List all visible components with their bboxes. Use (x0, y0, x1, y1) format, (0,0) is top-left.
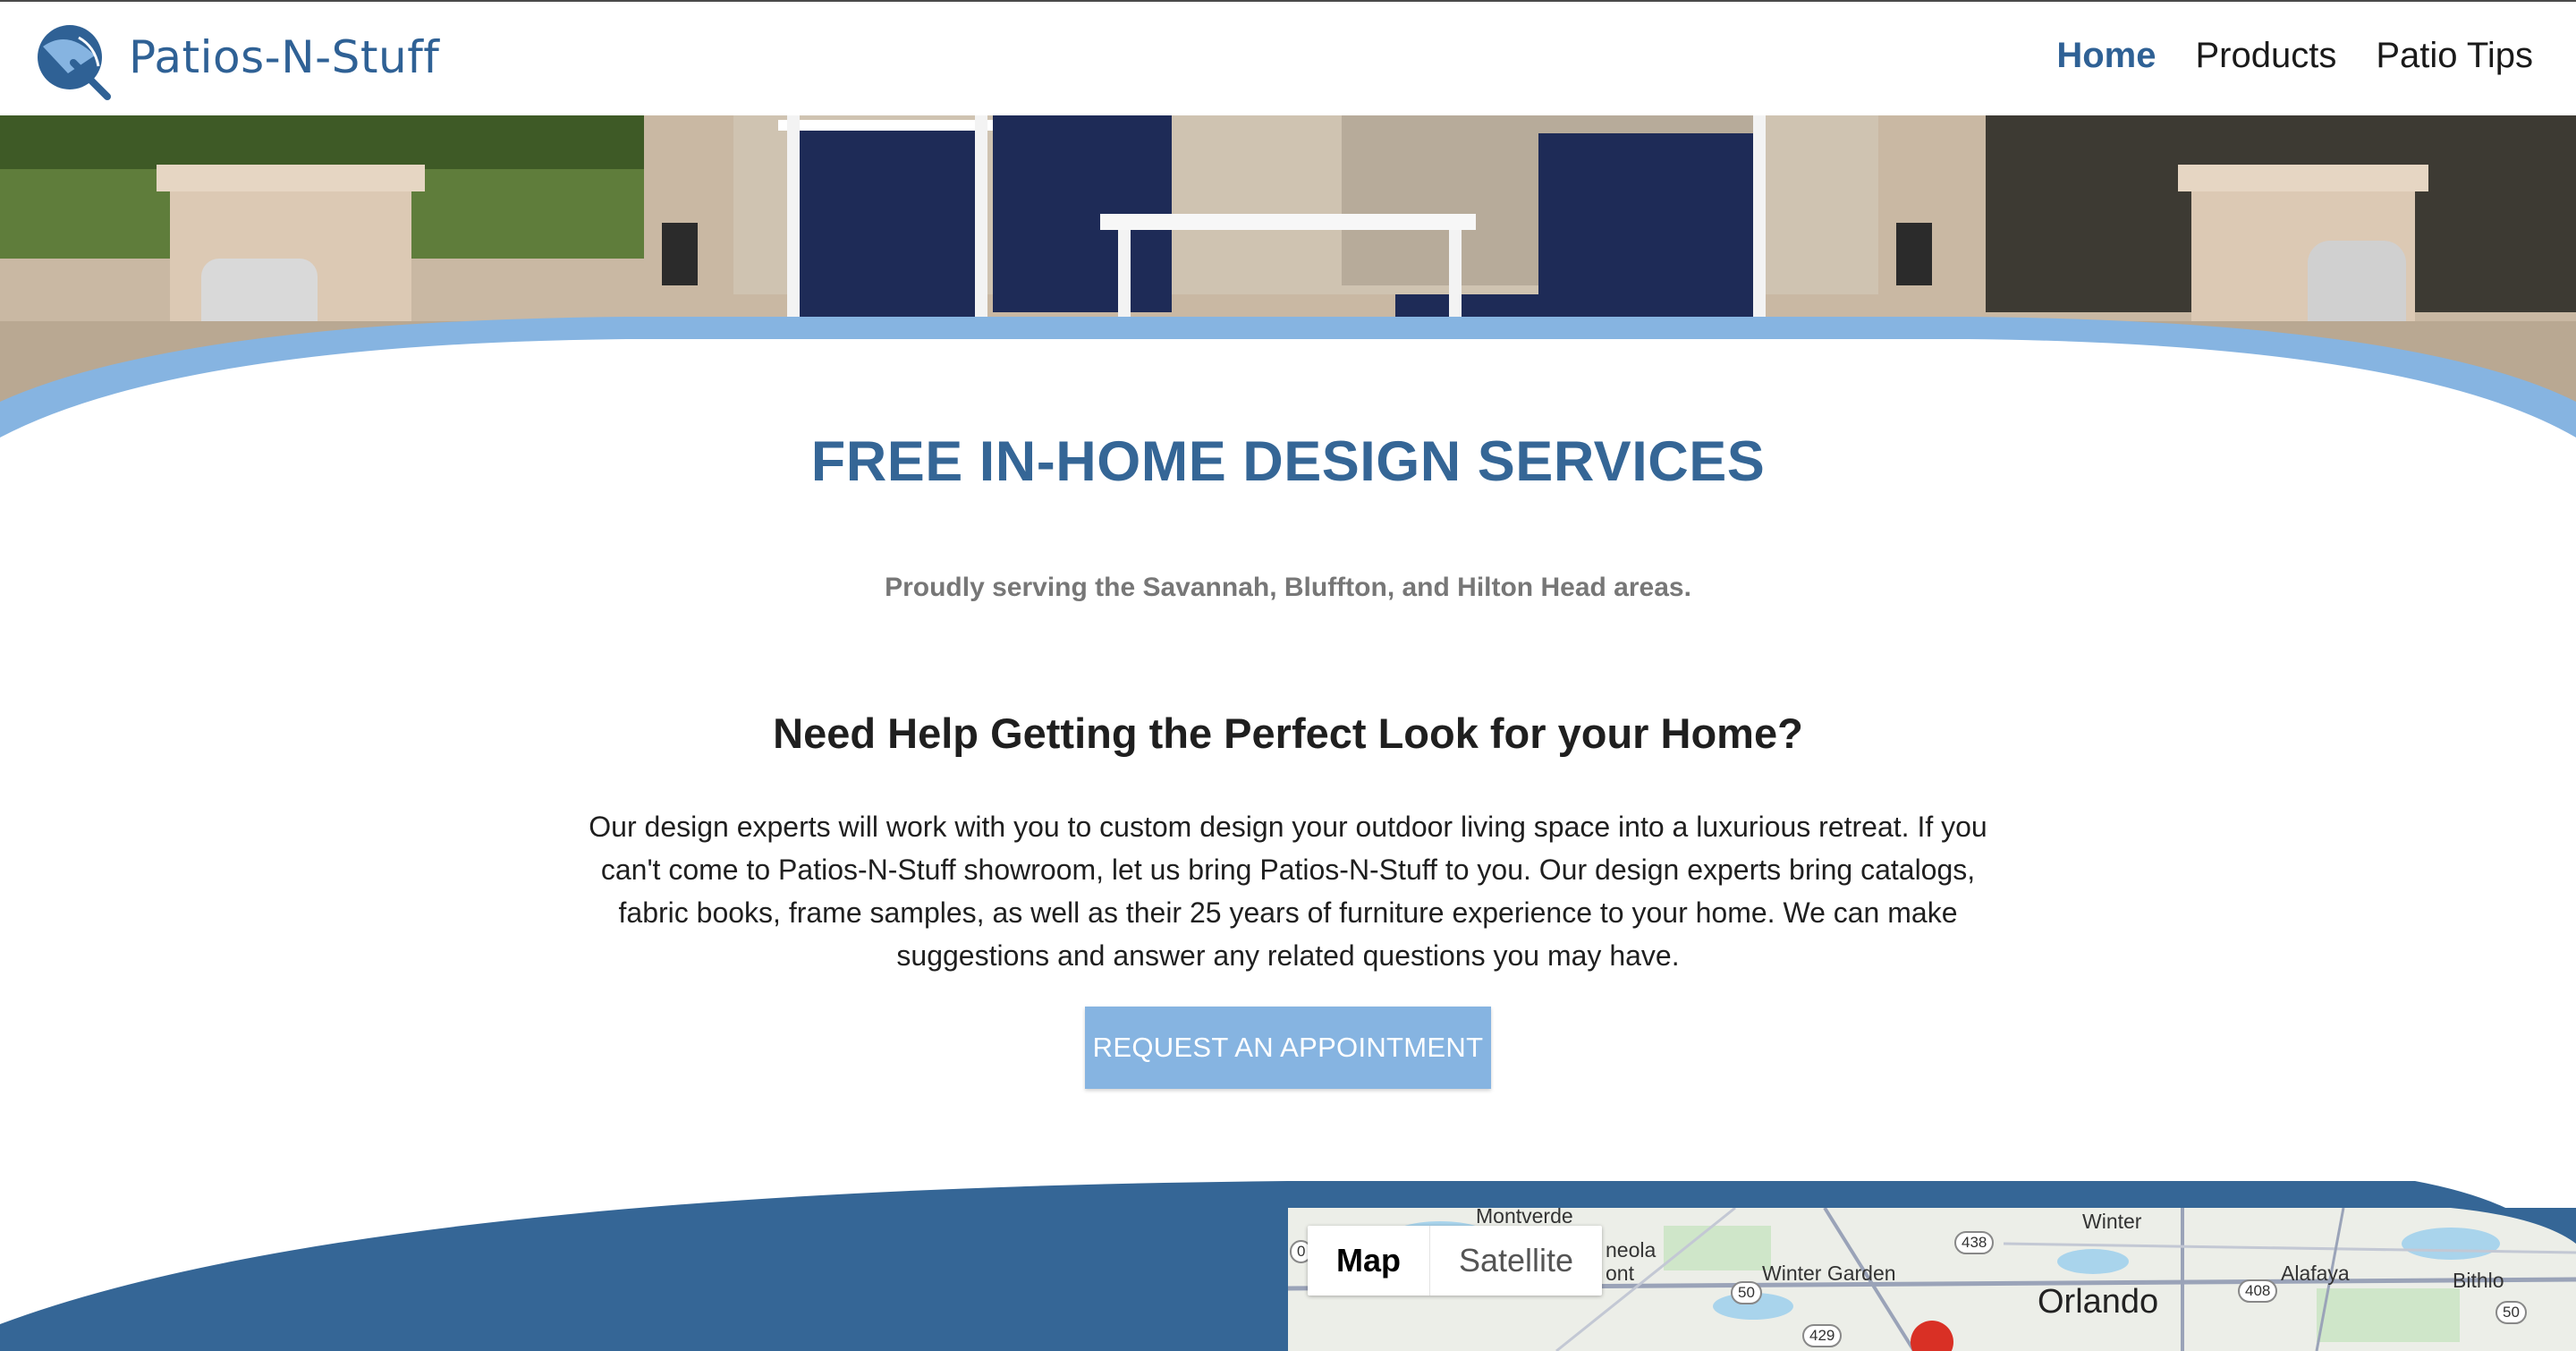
map-type-map-button[interactable]: Map (1308, 1226, 1430, 1296)
section-heading: Need Help Getting the Perfect Look for y… (773, 709, 1803, 757)
map-place-winter: Winter (2082, 1210, 2142, 1233)
route-shield-50: 50 (1731, 1281, 1762, 1304)
route-shield-408: 408 (2238, 1279, 2278, 1303)
nav-item-home[interactable]: Home (2056, 36, 2156, 76)
map-type-satellite-button[interactable]: Satellite (1430, 1226, 1602, 1296)
map-place-orlando: Orlando (2038, 1283, 2159, 1321)
request-appointment-button[interactable]: REQUEST AN APPOINTMENT (1085, 1007, 1491, 1089)
page-title: FREE IN-HOME DESIGN SERVICES (810, 430, 1766, 493)
map-type-toggle: Map Satellite (1308, 1226, 1603, 1296)
map-place-ont: ont (1606, 1262, 1634, 1285)
map-place-neola: neola (1606, 1238, 1657, 1262)
hero-image (0, 115, 2576, 455)
nav-item-products[interactable]: Products (2195, 36, 2336, 76)
nav-item-patio-tips[interactable]: Patio Tips (2376, 36, 2533, 76)
service-area-subtitle: Proudly serving the Savannah, Bluffton, … (885, 573, 1691, 602)
route-shield-50-east: 50 (2496, 1301, 2527, 1324)
map-place-winter-garden: Winter Garden (1762, 1262, 1896, 1285)
map-place-alafaya: Alafaya (2281, 1262, 2350, 1285)
main-nav: Home Products Patio Tips (2056, 36, 2533, 76)
umbrella-logo-icon[interactable] (32, 20, 113, 100)
site-header: Patios-N-Stuff Home Products Patio Tips (0, 2, 2576, 115)
route-shield-438: 438 (1954, 1231, 1995, 1254)
brand-name[interactable]: Patios-N-Stuff (129, 31, 439, 83)
design-services-description: Our design experts will work with you to… (589, 811, 1987, 972)
map-place-bithlo: Bithlo (2453, 1269, 2504, 1292)
route-shield-429: 429 (1802, 1324, 1843, 1347)
